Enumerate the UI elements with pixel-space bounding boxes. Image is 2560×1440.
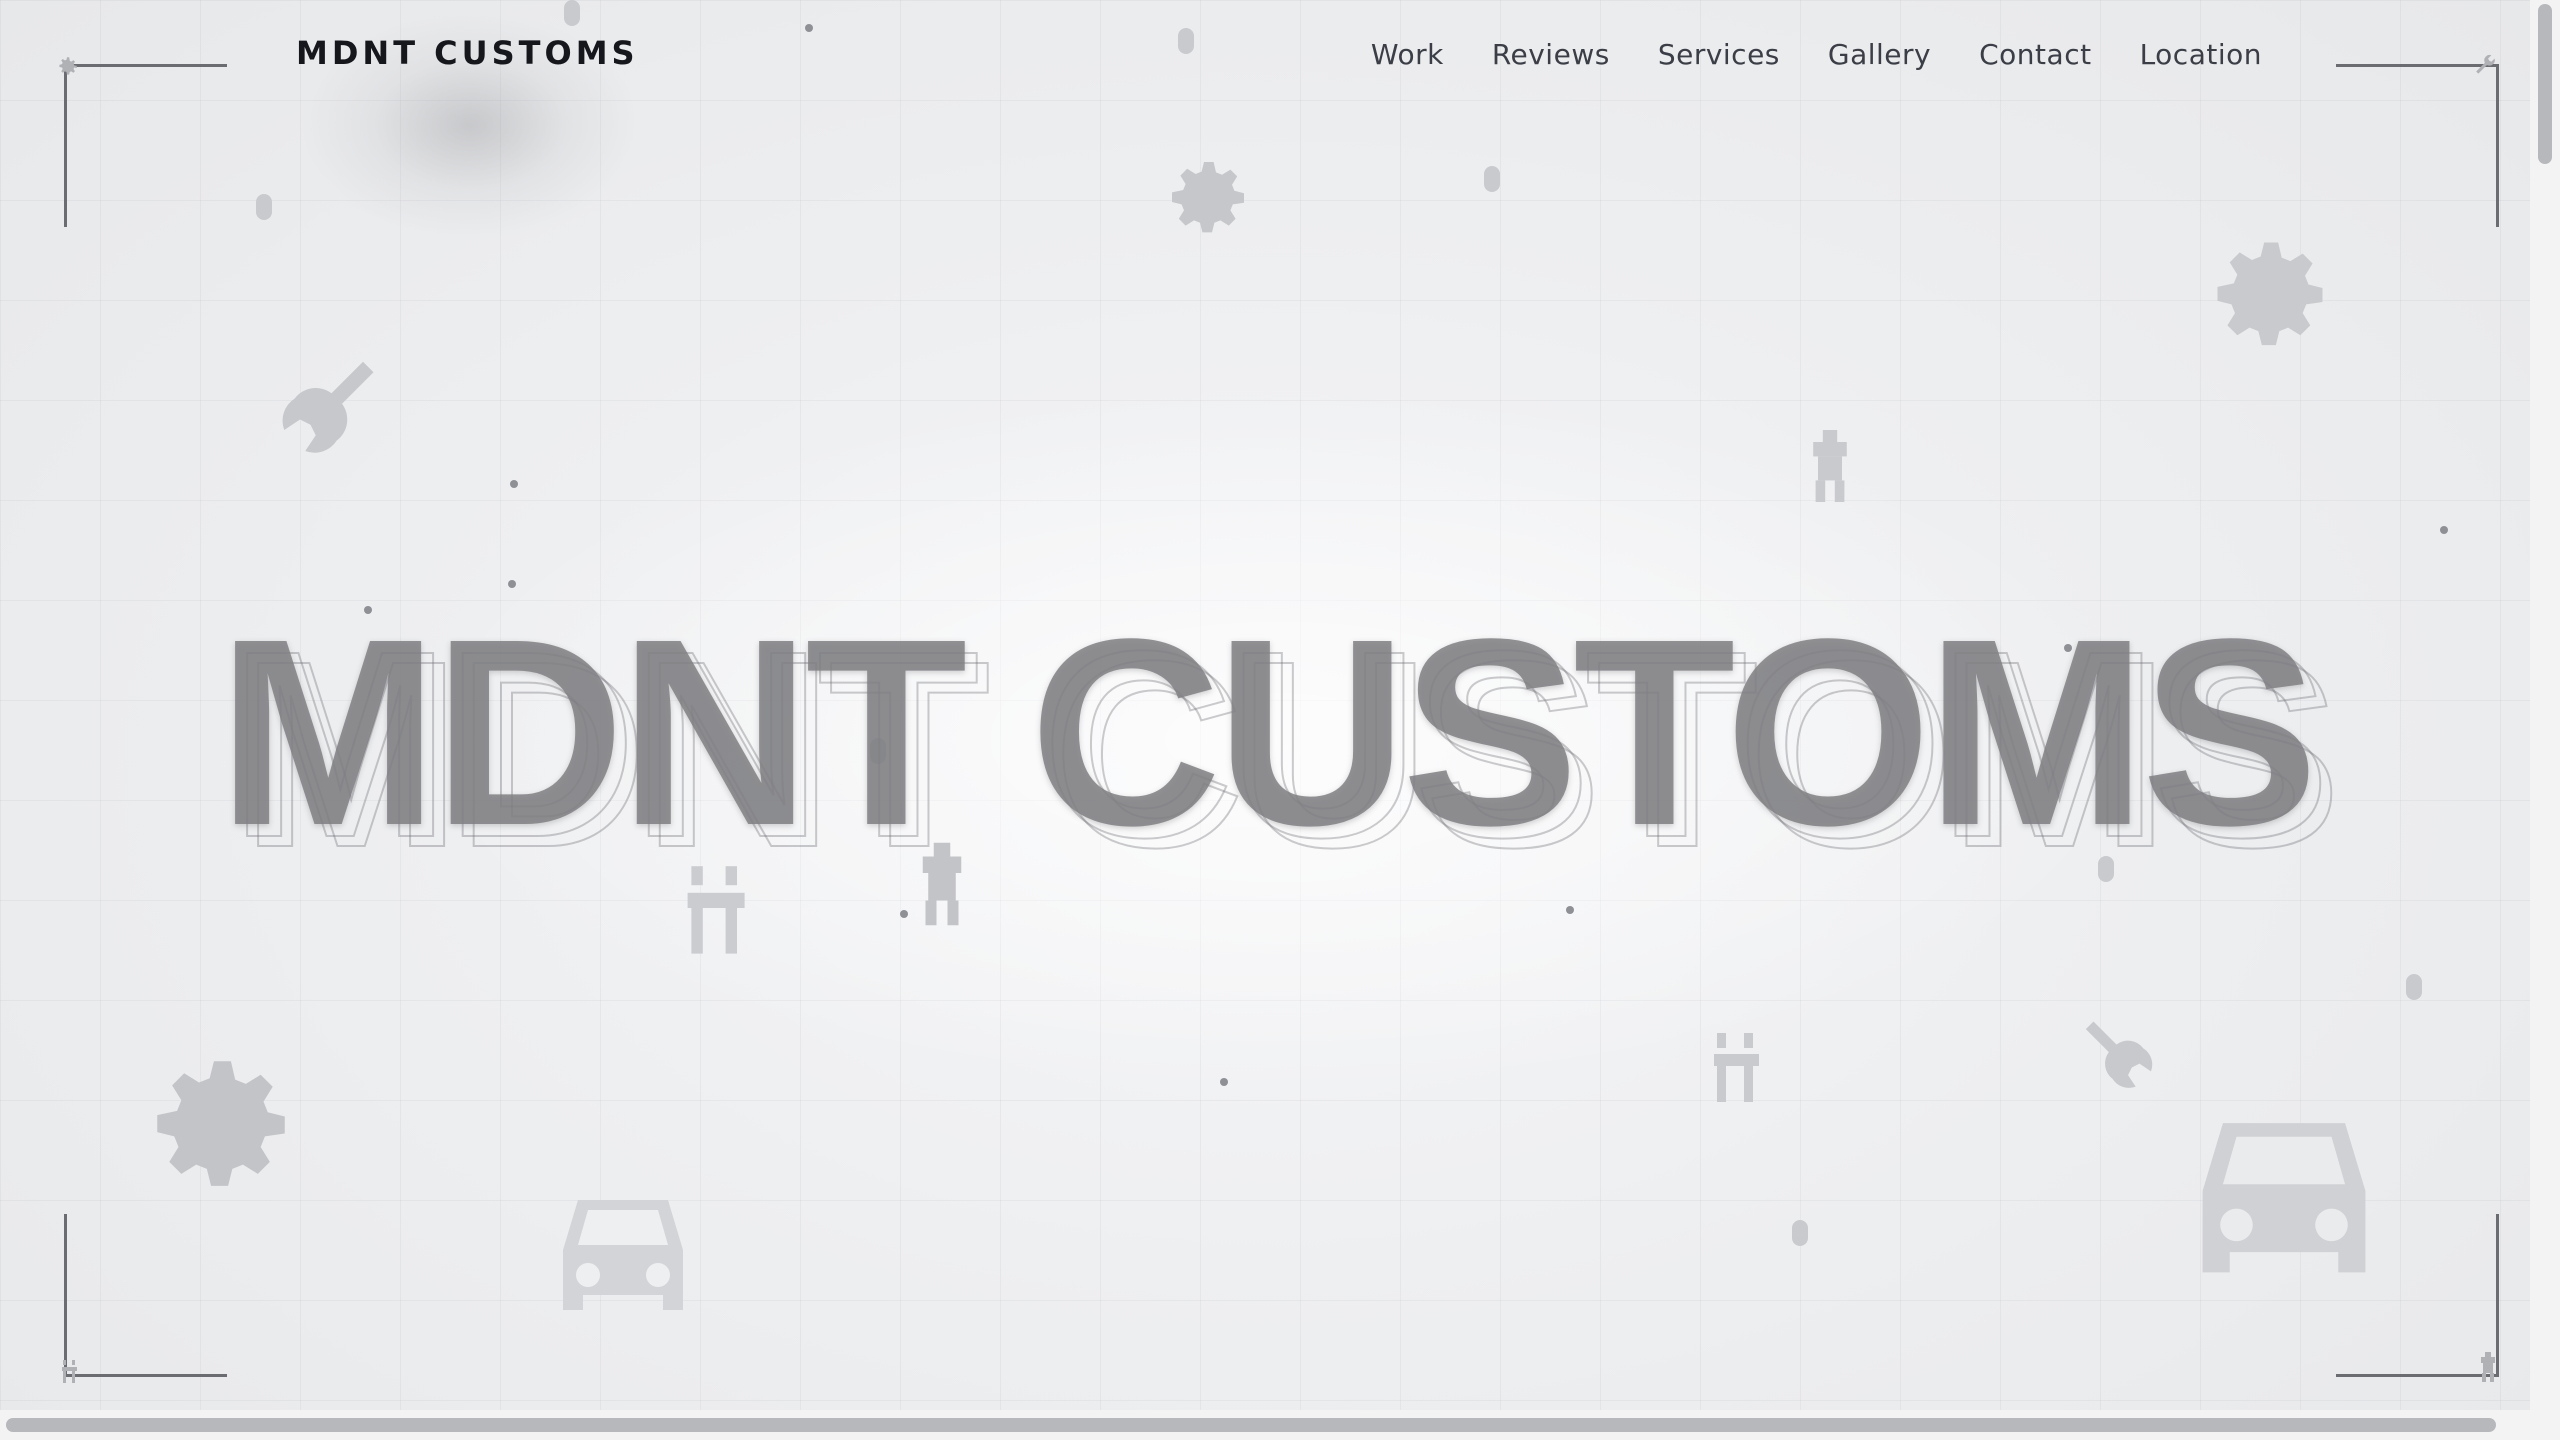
hero-title: MDNT CUSTOMS bbox=[217, 584, 2318, 881]
particle-dot bbox=[900, 910, 908, 918]
spark-plug-icon bbox=[1813, 430, 1847, 502]
particle-pill bbox=[256, 194, 272, 220]
wrench-icon bbox=[282, 361, 374, 453]
scrollbar-corner bbox=[2530, 1410, 2560, 1440]
vertical-scrollbar-thumb[interactable] bbox=[2538, 4, 2552, 164]
particle-dot bbox=[1566, 906, 1574, 914]
particle-dot bbox=[2440, 526, 2448, 534]
particle-dot bbox=[1220, 1078, 1228, 1086]
car-icon bbox=[563, 1200, 683, 1310]
spark-plug-icon bbox=[2481, 1352, 2495, 1382]
gear-icon bbox=[59, 57, 77, 75]
particle-pill bbox=[1792, 1220, 1808, 1246]
nav-item-work[interactable]: Work bbox=[1371, 38, 1444, 71]
hero-section: MDNT CUSTOMS MDNT CUSTOMS MDNT CUSTOMS bbox=[0, 600, 2530, 889]
gear-icon bbox=[1172, 162, 1244, 233]
nav-item-gallery[interactable]: Gallery bbox=[1828, 38, 1931, 71]
nav-item-contact[interactable]: Contact bbox=[1979, 38, 2091, 71]
vertical-scrollbar-track[interactable] bbox=[2530, 0, 2560, 1440]
corner-bracket-top-left bbox=[64, 64, 227, 227]
corner-bracket-top-right bbox=[2336, 64, 2499, 227]
particle-pill bbox=[1484, 166, 1500, 192]
particle-pill bbox=[564, 0, 580, 26]
wrench-icon bbox=[2085, 1021, 2153, 1088]
nav-item-services[interactable]: Services bbox=[1658, 38, 1780, 71]
horizontal-scrollbar-thumb[interactable] bbox=[6, 1418, 2496, 1432]
page-viewport: MDNT CUSTOMS Work Reviews Services Galle… bbox=[0, 0, 2530, 1410]
gear-icon bbox=[2217, 242, 2323, 346]
particle-pill bbox=[1178, 28, 1194, 54]
main-nav: Work Reviews Services Gallery Contact Lo… bbox=[1371, 38, 2262, 71]
brand-logo[interactable]: MDNT CUSTOMS bbox=[296, 34, 639, 72]
nav-item-reviews[interactable]: Reviews bbox=[1492, 38, 1610, 71]
wrench-icon bbox=[2476, 54, 2495, 74]
corner-bracket-bottom-left bbox=[64, 1214, 227, 1377]
gear-icon bbox=[157, 1061, 285, 1186]
ev-charger-icon bbox=[62, 1360, 77, 1383]
car-icon bbox=[2202, 1123, 2366, 1273]
nav-item-location[interactable]: Location bbox=[2140, 38, 2262, 71]
particle-pill bbox=[2406, 974, 2422, 1000]
particle-dot bbox=[805, 24, 813, 32]
ev-charger-icon bbox=[1714, 1033, 1759, 1102]
particle-dot bbox=[510, 480, 518, 488]
